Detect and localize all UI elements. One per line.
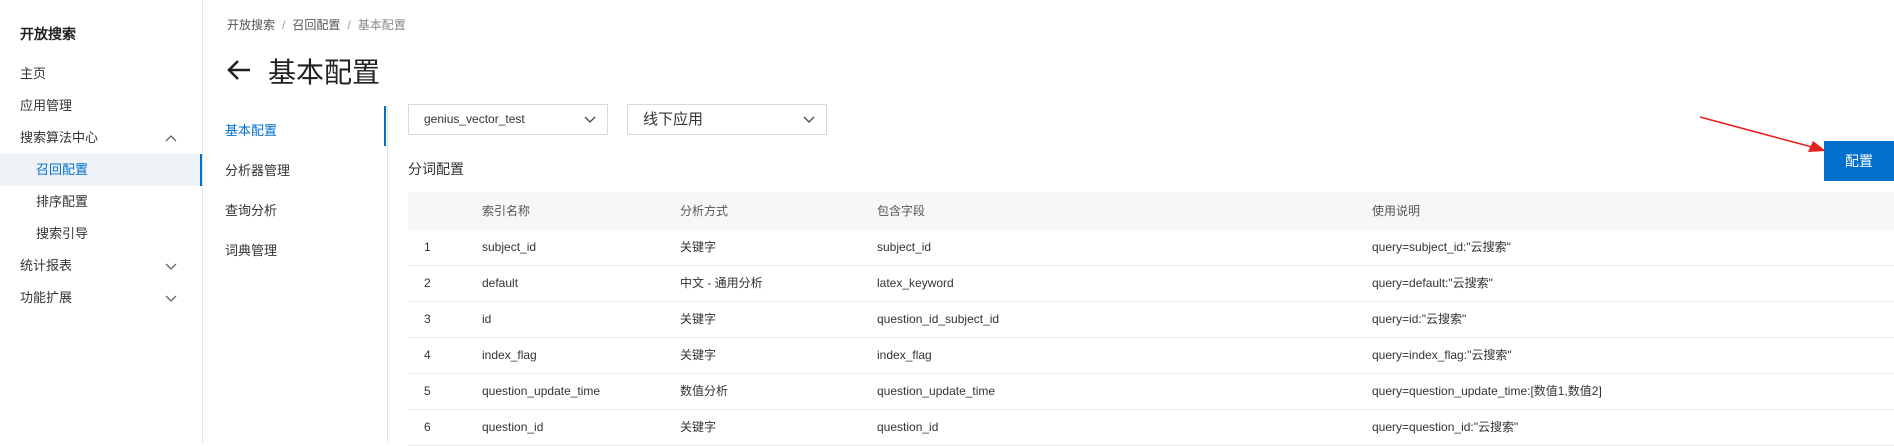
usage-description: query=index_flag:"云搜索" — [1372, 348, 1512, 362]
breadcrumb: 开放搜索 / 召回配置 / 基本配置 — [227, 16, 406, 33]
nav-item-label: 搜索引导 — [36, 226, 89, 241]
analysis-method: 关键字 — [680, 240, 717, 254]
sub-menu-item-query-analysis[interactable]: 查询分析 — [225, 200, 277, 219]
chevron-down-icon — [165, 263, 177, 270]
sub-menu-item-analyzer-management[interactable]: 分析器管理 — [225, 160, 290, 179]
analysis-method: 中文 - 通用分析 — [680, 276, 763, 290]
included-fields: subject_id — [877, 240, 932, 254]
table-row: 5 question_update_time 数值分析 question_upd… — [408, 374, 1894, 410]
row-number: 4 — [424, 348, 431, 362]
chevron-down-icon — [165, 295, 177, 302]
usage-description: query=default:"云搜索" — [1372, 276, 1493, 290]
sub-menu: 基本配置 分析器管理 查询分析 词典管理 — [202, 106, 388, 443]
section-title: 分词配置 — [408, 161, 464, 177]
breadcrumb-link-recall-config[interactable]: 召回配置 — [292, 18, 340, 32]
sub-menu-item-dictionary-management[interactable]: 词典管理 — [225, 240, 277, 259]
nav-item-statistics[interactable]: 统计报表 — [0, 250, 202, 282]
index-name: default — [482, 276, 519, 290]
included-fields: question_update_time — [877, 384, 996, 398]
breadcrumb-current: 基本配置 — [357, 18, 406, 32]
usage-description: query=subject_id:"云搜索" — [1372, 240, 1511, 254]
nav-item-label: 搜索算法中心 — [20, 130, 99, 145]
tokenizer-config-table: 索引名称 分析方式 包含字段 使用说明 1 subject_id 关键字 sub… — [408, 192, 1894, 446]
row-number: 5 — [424, 384, 431, 398]
chevron-down-icon — [584, 116, 596, 123]
breadcrumb-separator: / — [347, 18, 351, 32]
index-name: subject_id — [482, 240, 537, 254]
row-number: 6 — [424, 420, 431, 434]
usage-description: query=id:"云搜索" — [1372, 312, 1467, 326]
chevron-up-icon — [165, 135, 177, 142]
usage-description: query=question_update_time:[数值1,数值2] — [1372, 384, 1602, 398]
nav-item-label: 统计报表 — [20, 258, 73, 273]
included-fields: index_flag — [877, 348, 932, 362]
analysis-method: 数值分析 — [680, 384, 729, 398]
header-cell-analysis-method: 分析方式 — [680, 204, 729, 218]
side-nav: 开放搜索 主页 应用管理 搜索算法中心 召回配置 排序配置 搜索引导 统计报表 … — [0, 0, 203, 443]
usage-description: query=question_id:"云搜索" — [1372, 420, 1519, 434]
index-name: question_id — [482, 420, 544, 434]
analysis-method: 关键字 — [680, 420, 717, 434]
row-number: 3 — [424, 312, 431, 326]
table-row: 3 id 关键字 question_id_subject_id query=id… — [408, 302, 1894, 338]
breadcrumb-link-open-search[interactable]: 开放搜索 — [227, 18, 275, 32]
header-cell-index-name: 索引名称 — [482, 204, 531, 218]
environment-select-value: 线下应用 — [643, 111, 704, 128]
table-row: 1 subject_id 关键字 subject_id query=subjec… — [408, 230, 1894, 266]
annotation-arrow-icon — [1699, 116, 1826, 152]
header-cell-usage: 使用说明 — [1372, 204, 1421, 218]
nav-item-recall-config[interactable]: 召回配置 — [0, 154, 202, 186]
environment-select[interactable]: 线下应用 — [627, 104, 827, 135]
nav-item-extensions[interactable]: 功能扩展 — [0, 282, 202, 314]
nav-item-app-management[interactable]: 应用管理 — [0, 90, 202, 122]
included-fields: question_id — [877, 420, 939, 434]
index-name: id — [482, 312, 492, 326]
included-fields: latex_keyword — [877, 276, 954, 290]
config-button[interactable]: 配置 — [1824, 141, 1894, 181]
table-row: 6 question_id 关键字 question_id query=ques… — [408, 410, 1894, 446]
nav-item-label: 主页 — [20, 66, 47, 81]
index-name: question_update_time — [482, 384, 601, 398]
included-fields: question_id_subject_id — [877, 312, 1000, 326]
nav-item-search-algorithm-center[interactable]: 搜索算法中心 — [0, 122, 202, 154]
header-cell-fields: 包含字段 — [877, 204, 926, 218]
page-title: 基本配置 — [268, 57, 381, 88]
nav-item-sort-config[interactable]: 排序配置 — [0, 186, 202, 218]
sub-menu-active-indicator — [384, 106, 386, 146]
index-name: index_flag — [482, 348, 537, 362]
chevron-down-icon — [803, 116, 815, 123]
table-row: 4 index_flag 关键字 index_flag query=index_… — [408, 338, 1894, 374]
nav-item-label: 排序配置 — [36, 194, 89, 209]
nav-title: 开放搜索 — [20, 26, 76, 42]
nav-item-label: 召回配置 — [36, 162, 89, 177]
nav-item-search-guide[interactable]: 搜索引导 — [0, 218, 202, 250]
nav-item-label: 应用管理 — [20, 98, 73, 113]
app-select-value: genius_vector_test — [424, 112, 525, 126]
breadcrumb-separator: / — [282, 18, 286, 32]
back-arrow-icon[interactable] — [226, 56, 254, 84]
nav-item-label: 功能扩展 — [20, 290, 73, 305]
row-number: 1 — [424, 240, 431, 254]
row-number: 2 — [424, 276, 431, 290]
analysis-method: 关键字 — [680, 348, 717, 362]
analysis-method: 关键字 — [680, 312, 717, 326]
table-header: 索引名称 分析方式 包含字段 使用说明 — [408, 192, 1894, 230]
app-select[interactable]: genius_vector_test — [408, 104, 608, 135]
sub-menu-item-basic-config[interactable]: 基本配置 — [225, 120, 277, 139]
table-row: 2 default 中文 - 通用分析 latex_keyword query=… — [408, 266, 1894, 302]
nav-item-home[interactable]: 主页 — [0, 58, 202, 90]
